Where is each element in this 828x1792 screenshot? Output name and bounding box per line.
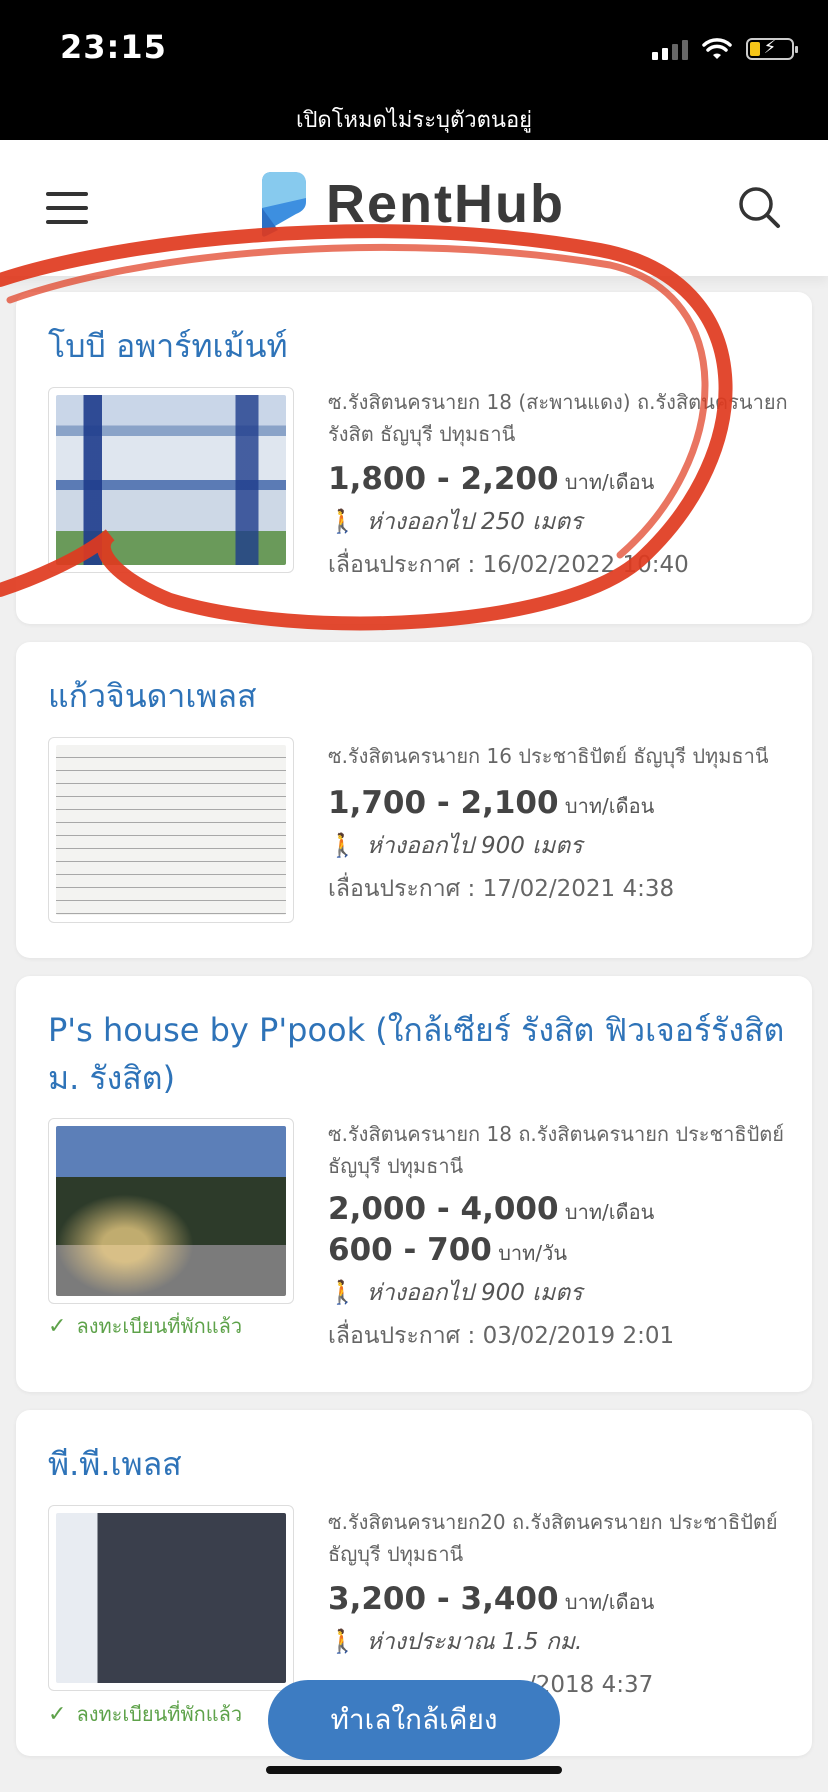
listing-thumbnail[interactable]	[48, 1505, 294, 1691]
nearby-locations-button[interactable]: ทำเลใกล้เคียง	[268, 1680, 560, 1760]
listing-info: ซ.รังสิตนครนายก 18 (สะพานแดง) ถ.รังสิตนค…	[328, 386, 788, 587]
listing-price: 1,800 - 2,200 บาท/เดือน	[328, 460, 788, 501]
search-icon[interactable]	[736, 184, 782, 230]
listing-distance: 🚶 ห่างออกไป 900 เมตร	[328, 825, 788, 867]
distance-text: ห่างประมาณ 1.5 กม.	[366, 1629, 583, 1655]
listing-address: ซ.รังสิตนครนายก 16 ประชาธิปัตย์ ธัญบุรี …	[328, 744, 769, 768]
listing-card[interactable]: P's house by P'pook (ใกล้เซียร์ รังสิต ฟ…	[16, 976, 812, 1392]
walking-person-icon: 🚶	[328, 509, 357, 535]
price-amount: 1,800 - 2,200	[328, 461, 559, 497]
distance-text: ห่างออกไป 250 เมตร	[366, 509, 583, 535]
distance-text: ห่างออกไป 900 เมตร	[366, 1280, 583, 1306]
listing-price: 600 - 700 บาท/วัน	[328, 1231, 788, 1272]
listing-title[interactable]: P's house by P'pook (ใกล้เซียร์ รังสิต ฟ…	[48, 1006, 788, 1102]
logo-mark-icon	[262, 172, 306, 237]
listing-title[interactable]: แก้วจินดาเพลส	[48, 672, 257, 720]
price-amount: 600 - 700	[328, 1232, 492, 1268]
price-amount: 3,200 - 3,400	[328, 1581, 559, 1617]
renthub-logo[interactable]: RentHub	[258, 168, 565, 240]
verified-badge: ✓ ลงทะเบียนที่พักแล้ว	[48, 1310, 242, 1342]
status-time: 23:15	[60, 28, 167, 66]
listing-price: 2,000 - 4,000 บาท/เดือน	[328, 1190, 788, 1231]
private-mode-banner: เปิดโหมดไม่ระบุตัวตนอยู่	[295, 108, 533, 133]
listing-address: ซ.รังสิตนครนายก20 ถ.รังสิตนครนายก ประชาธ…	[328, 1510, 778, 1566]
price-unit: บาท/เดือน	[564, 1200, 655, 1224]
listing-info: ซ.รังสิตนครนายก 18 ถ.รังสิตนครนายก ประชา…	[328, 1118, 788, 1358]
walking-person-icon: 🚶	[328, 1629, 357, 1655]
hamburger-menu-icon[interactable]	[46, 192, 88, 224]
listing-address: ซ.รังสิตนครนายก 18 (สะพานแดง) ถ.รังสิตนค…	[328, 390, 788, 446]
listing-posted-date: เลื่อนประกาศ : 03/02/2019 2:01	[328, 1323, 675, 1349]
price-unit: บาท/วัน	[498, 1241, 567, 1265]
listing-distance: 🚶 ห่างออกไป 250 เมตร	[328, 501, 788, 543]
listing-distance: 🚶 ห่างประมาณ 1.5 กม.	[328, 1621, 788, 1663]
app-header: RentHub	[0, 140, 828, 276]
cellular-signal-icon	[652, 38, 688, 60]
listing-posted-date: เลื่อนประกาศ : 17/02/2021 4:38	[328, 876, 675, 902]
status-icons: ⚡	[652, 37, 798, 60]
walking-person-icon: 🚶	[328, 833, 357, 859]
listing-info: ซ.รังสิตนครนายก 16 ประชาธิปัตย์ ธัญบุรี …	[328, 740, 788, 911]
listing-title[interactable]: พี.พี.เพลส	[48, 1440, 182, 1488]
distance-text: ห่างออกไป 900 เมตร	[366, 833, 583, 859]
walking-person-icon: 🚶	[328, 1280, 357, 1306]
listing-info: ซ.รังสิตนครนายก20 ถ.รังสิตนครนายก ประชาธ…	[328, 1506, 788, 1707]
home-indicator[interactable]	[266, 1766, 562, 1774]
wifi-icon	[702, 38, 732, 59]
price-unit: บาท/เดือน	[564, 470, 655, 494]
verified-badge: ✓ ลงทะเบียนที่พักแล้ว	[48, 1698, 242, 1730]
listing-thumbnail[interactable]	[48, 737, 294, 923]
price-unit: บาท/เดือน	[564, 794, 655, 818]
status-bar: 23:15 ⚡ เปิดโหมดไม่ระบุตัวตนอยู่	[0, 0, 828, 140]
listing-card[interactable]: แก้วจินดาเพลส ซ.รังสิตนครนายก 16 ประชาธิ…	[16, 642, 812, 958]
listing-price: 3,200 - 3,400 บาท/เดือน	[328, 1580, 788, 1621]
listing-card[interactable]: โบบี อพาร์ทเม้นท์ ซ.รังสิตนครนายก 18 (สะ…	[16, 292, 812, 624]
listing-thumbnail[interactable]	[48, 1118, 294, 1304]
listing-thumbnail[interactable]	[48, 387, 294, 573]
listing-distance: 🚶 ห่างออกไป 900 เมตร	[328, 1272, 788, 1314]
listing-title[interactable]: โบบี อพาร์ทเม้นท์	[48, 322, 288, 370]
listing-posted-date: เลื่อนประกาศ : 16/02/2022 10:40	[328, 552, 689, 578]
check-icon: ✓	[48, 1702, 67, 1727]
verified-text: ลงทะเบียนที่พักแล้ว	[76, 1314, 243, 1338]
listing-price: 1,700 - 2,100 บาท/เดือน	[328, 784, 788, 825]
price-amount: 1,700 - 2,100	[328, 785, 559, 821]
check-icon: ✓	[48, 1314, 67, 1339]
logo-text: RentHub	[326, 174, 565, 234]
price-unit: บาท/เดือน	[564, 1590, 655, 1614]
verified-text: ลงทะเบียนที่พักแล้ว	[76, 1702, 243, 1726]
price-amount: 2,000 - 4,000	[328, 1191, 559, 1227]
battery-charging-icon: ⚡	[746, 37, 798, 60]
listing-address: ซ.รังสิตนครนายก 18 ถ.รังสิตนครนายก ประชา…	[328, 1122, 784, 1178]
